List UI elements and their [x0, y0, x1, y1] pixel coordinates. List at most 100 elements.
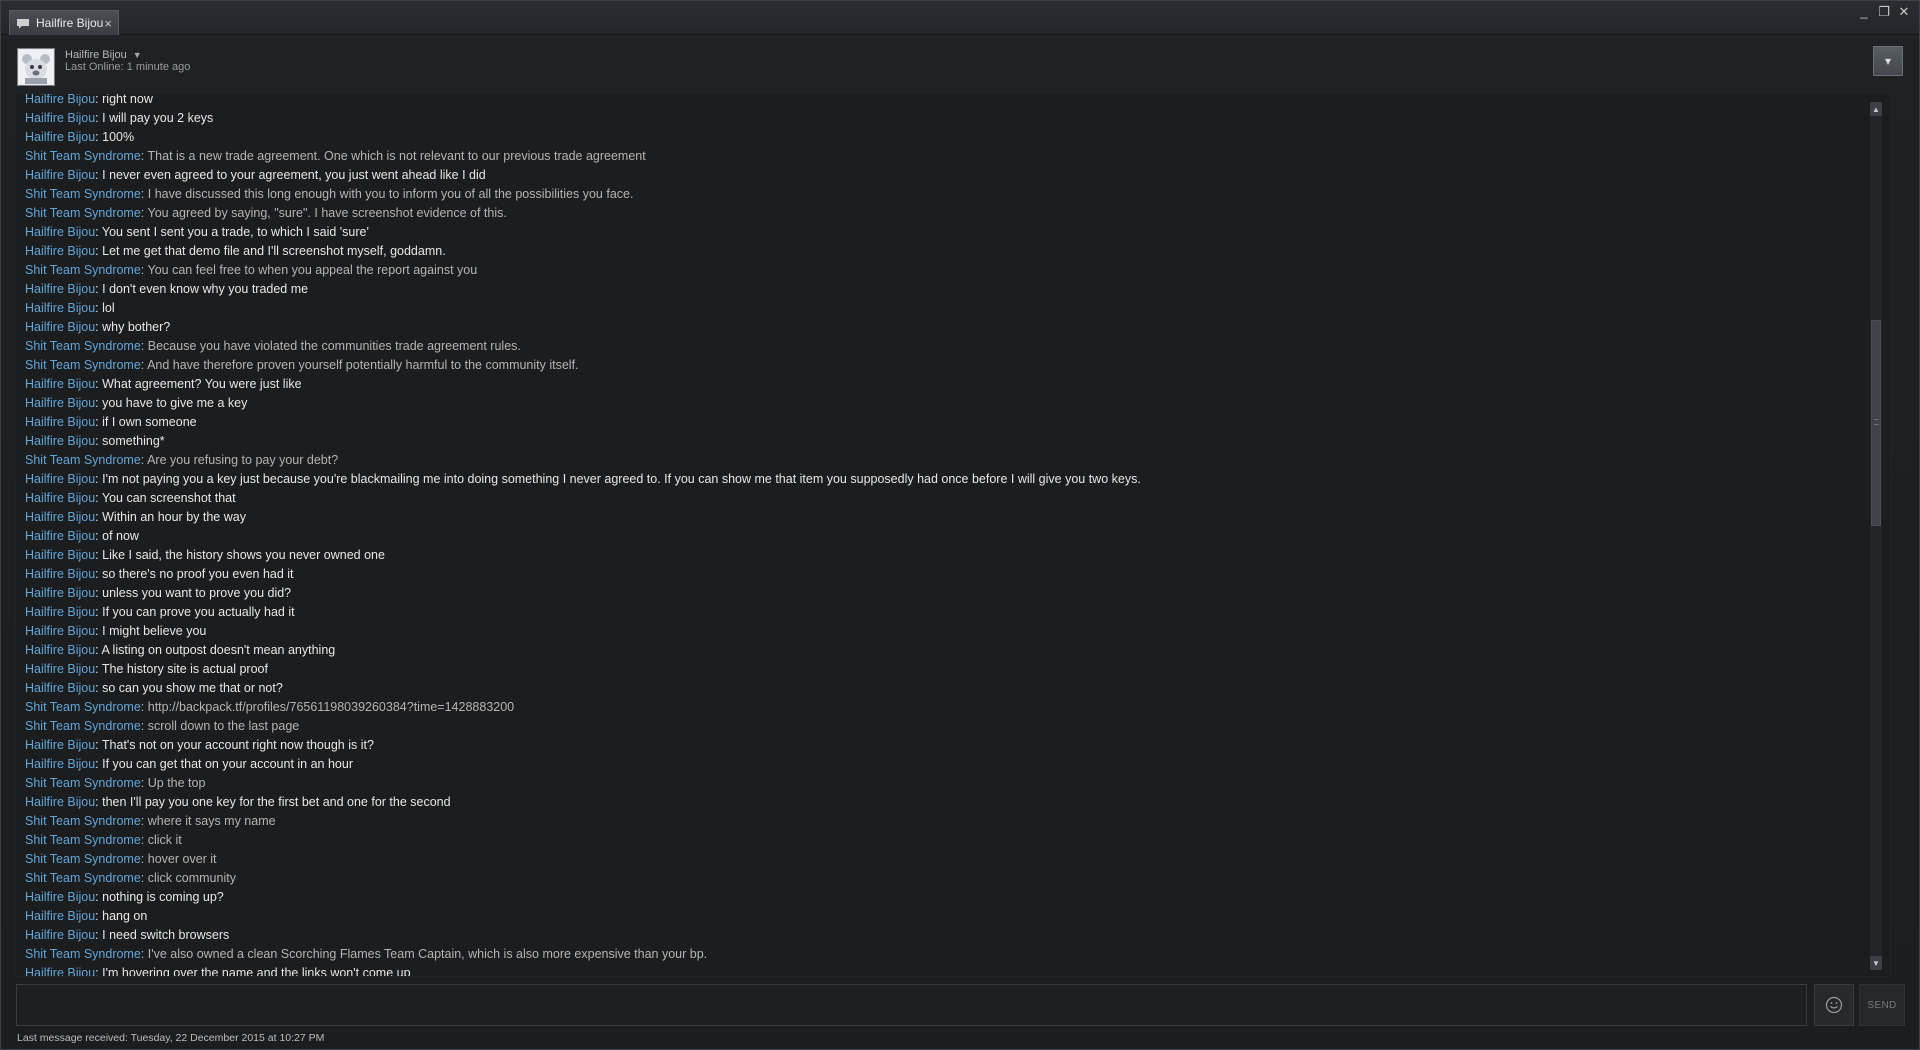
message-separator: :	[140, 833, 148, 847]
message-sender[interactable]: Hailfire Bijou	[25, 586, 95, 600]
message-sender[interactable]: Hailfire Bijou	[25, 168, 95, 182]
message-sender[interactable]: Hailfire Bijou	[25, 377, 95, 391]
message-sender[interactable]: Shit Team Syndrome	[25, 358, 141, 372]
tab-title: Hailfire Bijou	[36, 16, 104, 30]
message-sender[interactable]: Shit Team Syndrome	[25, 852, 141, 866]
message-sender[interactable]: Hailfire Bijou	[25, 928, 95, 942]
chat-message: Shit Team Syndrome: where it says my nam…	[25, 812, 1850, 831]
message-separator: :	[140, 700, 148, 714]
message-sender[interactable]: Hailfire Bijou	[25, 301, 95, 315]
chat-message: Hailfire Bijou: What agreement? You were…	[25, 375, 1850, 394]
message-sender[interactable]: Shit Team Syndrome	[25, 339, 141, 353]
message-sender[interactable]: Hailfire Bijou	[25, 320, 95, 334]
message-sender[interactable]: Hailfire Bijou	[25, 225, 95, 239]
message-sender[interactable]: Shit Team Syndrome	[25, 814, 141, 828]
smiley-icon	[1825, 996, 1843, 1014]
message-sender[interactable]: Hailfire Bijou	[25, 282, 95, 296]
chat-message: Hailfire Bijou: I need switch browsers	[25, 926, 1850, 945]
message-text: then I'll pay you one key for the first …	[102, 795, 451, 809]
chevron-down-icon: ▼	[132, 50, 142, 60]
message-sender[interactable]: Hailfire Bijou	[25, 966, 95, 976]
avatar[interactable]	[17, 48, 55, 86]
message-sender[interactable]: Hailfire Bijou	[25, 130, 95, 144]
message-separator: :	[140, 149, 148, 163]
message-sender[interactable]: Hailfire Bijou	[25, 605, 95, 619]
message-sender[interactable]: Hailfire Bijou	[25, 662, 95, 676]
friend-name-dropdown[interactable]: Hailfire Bijou ▼	[65, 49, 142, 61]
message-sender[interactable]: Hailfire Bijou	[25, 244, 95, 258]
message-sender[interactable]: Hailfire Bijou	[25, 491, 95, 505]
message-sender[interactable]: Hailfire Bijou	[25, 795, 95, 809]
message-text: so can you show me that or not?	[102, 681, 283, 695]
chat-message: Shit Team Syndrome: Because you have vio…	[25, 337, 1850, 356]
scroll-down-button[interactable]: ▼	[1870, 956, 1882, 970]
message-text: The history site is actual proof	[101, 662, 268, 676]
message-sender[interactable]: Hailfire Bijou	[25, 757, 95, 771]
message-sender[interactable]: Hailfire Bijou	[25, 472, 95, 486]
scroll-thumb[interactable]	[1871, 320, 1881, 526]
chat-message: Hailfire Bijou: I'm hovering over the na…	[25, 964, 1850, 976]
message-sender[interactable]: Hailfire Bijou	[25, 510, 95, 524]
send-button[interactable]: SEND	[1859, 984, 1905, 1026]
chat-log[interactable]: Hailfire Bijou: right now Hailfire Bijou:…	[15, 93, 1891, 977]
message-text: If you can get that on your account in a…	[102, 757, 353, 771]
dropdown-arrow-icon: ▾	[1884, 54, 1892, 68]
chat-scrollbar[interactable]: ▲ ▼	[1870, 102, 1882, 970]
message-sender[interactable]: Hailfire Bijou	[25, 548, 95, 562]
message-sender[interactable]: Hailfire Bijou	[25, 738, 95, 752]
chat-options-button[interactable]: ▾	[1873, 46, 1903, 76]
restore-button[interactable]: ❐	[1877, 5, 1891, 19]
message-sender[interactable]: Hailfire Bijou	[25, 909, 95, 923]
message-link[interactable]: http://backpack.tf/profiles/765611980392…	[148, 700, 514, 714]
chat-message: Shit Team Syndrome: hover over it	[25, 850, 1850, 869]
message-text: click community	[147, 871, 236, 885]
chat-window: Hailfire Bijou × _ ❐ ✕ Hailfire Bijou ▼	[0, 0, 1920, 1050]
chat-message: Hailfire Bijou: 100%	[25, 128, 1850, 147]
message-sender[interactable]: Hailfire Bijou	[25, 624, 95, 638]
message-sender[interactable]: Hailfire Bijou	[25, 529, 95, 543]
message-text: hang on	[102, 909, 148, 923]
message-sender[interactable]: Shit Team Syndrome	[25, 187, 141, 201]
message-sender[interactable]: Shit Team Syndrome	[25, 453, 141, 467]
message-sender[interactable]: Shit Team Syndrome	[25, 206, 141, 220]
minimize-button[interactable]: _	[1857, 5, 1871, 19]
message-text: I might believe you	[102, 624, 207, 638]
message-text: if I own someone	[102, 415, 197, 429]
message-sender[interactable]: Hailfire Bijou	[25, 681, 95, 695]
message-text: That is a new trade agreement. One which…	[147, 149, 646, 163]
close-window-button[interactable]: ✕	[1897, 5, 1911, 19]
chat-message: Hailfire Bijou: something*	[25, 432, 1850, 451]
message-sender[interactable]: Hailfire Bijou	[25, 890, 95, 904]
window-controls: _ ❐ ✕	[1857, 5, 1911, 19]
tab-hailfire-bijou[interactable]: Hailfire Bijou ×	[9, 10, 119, 35]
emoticon-button[interactable]	[1814, 984, 1854, 1026]
message-separator: :	[95, 738, 102, 752]
message-sender[interactable]: Shit Team Syndrome	[25, 700, 141, 714]
message-sender[interactable]: Hailfire Bijou	[25, 434, 95, 448]
chat-message: Hailfire Bijou: you have to give me a ke…	[25, 394, 1850, 413]
chat-message: Hailfire Bijou: If you can get that on y…	[25, 755, 1850, 774]
message-sender[interactable]: Shit Team Syndrome	[25, 833, 141, 847]
message-sender[interactable]: Shit Team Syndrome	[25, 871, 141, 885]
scroll-up-button[interactable]: ▲	[1870, 102, 1882, 116]
message-text: click it	[147, 833, 182, 847]
message-sender[interactable]: Hailfire Bijou	[25, 111, 95, 125]
message-sender[interactable]: Hailfire Bijou	[25, 415, 95, 429]
message-sender[interactable]: Shit Team Syndrome	[25, 776, 141, 790]
message-input[interactable]	[16, 984, 1807, 1026]
tab-close-button[interactable]: ×	[104, 16, 112, 31]
chat-message: Shit Team Syndrome: click it	[25, 831, 1850, 850]
message-sender[interactable]: Hailfire Bijou	[25, 643, 95, 657]
message-sender[interactable]: Hailfire Bijou	[25, 94, 95, 106]
message-sender[interactable]: Hailfire Bijou	[25, 567, 95, 581]
message-text: lol	[102, 301, 115, 315]
message-text: I have discussed this long enough with y…	[147, 187, 634, 201]
chat-message: Hailfire Bijou: I'm not paying you a key…	[25, 470, 1850, 489]
message-sender[interactable]: Hailfire Bijou	[25, 396, 95, 410]
message-sender[interactable]: Shit Team Syndrome	[25, 947, 141, 961]
message-text: I never even agreed to your agreement, y…	[102, 168, 486, 182]
message-sender[interactable]: Shit Team Syndrome	[25, 149, 141, 163]
message-sender[interactable]: Shit Team Syndrome	[25, 263, 141, 277]
message-text: You can screenshot that	[101, 491, 236, 505]
message-sender[interactable]: Shit Team Syndrome	[25, 719, 141, 733]
